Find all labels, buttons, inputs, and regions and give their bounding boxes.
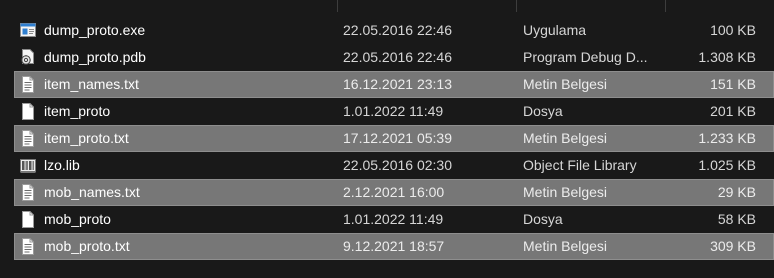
file-name: mob_names.txt xyxy=(44,184,140,200)
file-name: mob_proto.txt xyxy=(44,238,130,254)
file-date-modified: 2.12.2021 16:00 xyxy=(343,184,445,200)
file-row[interactable]: item_proto 1.01.2022 11:49 Dosya 201 KB xyxy=(14,98,774,125)
text-file-icon xyxy=(20,184,36,201)
file-size: 100 KB xyxy=(710,22,756,38)
file-date-modified: 1.01.2022 11:49 xyxy=(343,103,444,119)
file-type: Metin Belgesi xyxy=(523,76,608,92)
file-row[interactable]: dump_proto.exe 22.05.2016 22:46 Uygulama… xyxy=(14,17,774,44)
file-size: 58 KB xyxy=(717,211,756,227)
exe-icon xyxy=(20,22,36,39)
file-size: 309 KB xyxy=(710,238,756,254)
file-type: Object File Library xyxy=(523,157,637,173)
file-date-modified: 17.12.2021 05:39 xyxy=(343,130,452,146)
file-date-modified: 1.01.2022 11:49 xyxy=(343,211,444,227)
column-divider-type[interactable] xyxy=(516,0,517,12)
file-type: Metin Belgesi xyxy=(523,184,608,200)
file-size: 1.025 KB xyxy=(698,157,756,173)
column-divider-date[interactable] xyxy=(337,0,338,12)
file-name: dump_proto.exe xyxy=(44,22,146,38)
file-size: 1.308 KB xyxy=(698,49,756,65)
text-file-icon xyxy=(20,76,36,93)
file-date-modified: 16.12.2021 23:13 xyxy=(343,76,452,92)
file-size: 29 KB xyxy=(717,184,756,200)
file-row[interactable]: dump_proto.pdb 22.05.2016 22:46 Program … xyxy=(14,44,774,71)
file-name: item_proto.txt xyxy=(44,130,129,146)
file-date-modified: 22.05.2016 02:30 xyxy=(343,157,452,173)
file-list-view: dump_proto.exe 22.05.2016 22:46 Uygulama… xyxy=(0,0,774,278)
file-row[interactable]: mob_proto.txt 9.12.2021 18:57 Metin Belg… xyxy=(14,233,774,260)
file-row[interactable]: item_proto.txt 17.12.2021 05:39 Metin Be… xyxy=(14,125,774,152)
file-date-modified: 9.12.2021 18:57 xyxy=(343,238,445,254)
file-date-modified: 22.05.2016 22:46 xyxy=(343,22,452,38)
text-file-icon xyxy=(20,130,36,147)
column-divider-size[interactable] xyxy=(665,0,666,12)
file-type: Dosya xyxy=(523,211,563,227)
file-name: lzo.lib xyxy=(44,157,80,173)
file-name: mob_proto xyxy=(44,211,111,227)
blank-file-icon xyxy=(20,211,36,228)
file-type: Uygulama xyxy=(523,22,587,38)
file-rows: dump_proto.exe 22.05.2016 22:46 Uygulama… xyxy=(14,17,774,260)
file-row[interactable]: lzo.lib 22.05.2016 02:30 Object File Lib… xyxy=(14,152,774,179)
file-type: Dosya xyxy=(523,103,563,119)
file-type: Metin Belgesi xyxy=(523,130,608,146)
blank-file-icon xyxy=(20,103,36,120)
file-date-modified: 22.05.2016 22:46 xyxy=(343,49,452,65)
file-size: 201 KB xyxy=(710,103,756,119)
file-size: 1.233 KB xyxy=(698,130,756,146)
file-name: dump_proto.pdb xyxy=(44,49,146,65)
file-name: item_proto xyxy=(44,103,111,119)
file-row[interactable]: item_names.txt 16.12.2021 23:13 Metin Be… xyxy=(14,71,774,98)
text-file-icon xyxy=(20,238,36,255)
file-row[interactable]: mob_names.txt 2.12.2021 16:00 Metin Belg… xyxy=(14,179,774,206)
file-type: Program Debug D... xyxy=(523,49,648,65)
file-row[interactable]: mob_proto 1.01.2022 11:49 Dosya 58 KB xyxy=(14,206,774,233)
pdb-icon xyxy=(20,49,36,66)
file-type: Metin Belgesi xyxy=(523,238,608,254)
file-name: item_names.txt xyxy=(44,76,139,92)
lib-icon xyxy=(20,157,36,174)
file-size: 151 KB xyxy=(710,76,756,92)
